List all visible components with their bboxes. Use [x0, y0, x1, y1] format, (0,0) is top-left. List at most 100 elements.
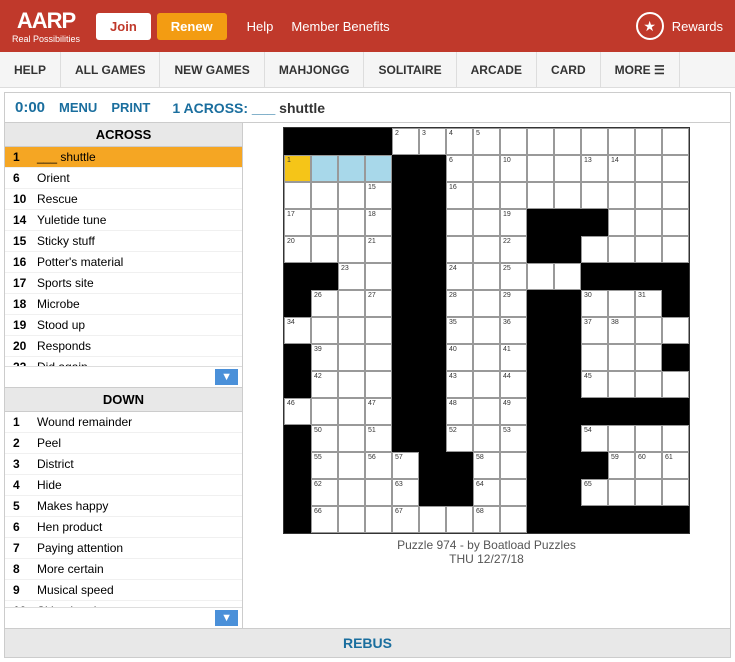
- cell-8-8[interactable]: 41: [500, 344, 527, 371]
- cell-8-6[interactable]: 40: [446, 344, 473, 371]
- cell-10-1[interactable]: [311, 398, 338, 425]
- cell-13-4[interactable]: 63: [392, 479, 419, 506]
- cell-14-3[interactable]: [365, 506, 392, 533]
- cell-0-11[interactable]: [581, 128, 608, 155]
- member-benefits-link[interactable]: Member Benefits: [291, 19, 389, 34]
- cell-7-1[interactable]: [311, 317, 338, 344]
- cell-11-12[interactable]: [608, 425, 635, 452]
- cell-12-4[interactable]: 57: [392, 452, 419, 479]
- cell-10-2[interactable]: [338, 398, 365, 425]
- cell-7-11[interactable]: 37: [581, 317, 608, 344]
- cell-12-13[interactable]: 60: [635, 452, 662, 479]
- cell-1-11[interactable]: 13: [581, 155, 608, 182]
- cell-1-1[interactable]: [311, 155, 338, 182]
- cell-8-3[interactable]: [365, 344, 392, 371]
- cell-6-13[interactable]: 31: [635, 290, 662, 317]
- cell-2-8[interactable]: [500, 182, 527, 209]
- cell-11-13[interactable]: [635, 425, 662, 452]
- cell-12-2[interactable]: [338, 452, 365, 479]
- cell-2-2[interactable]: [338, 182, 365, 209]
- clue-item-across-16[interactable]: 16 Potter's material: [5, 252, 242, 273]
- cell-13-12[interactable]: [608, 479, 635, 506]
- cell-6-12[interactable]: [608, 290, 635, 317]
- cell-9-7[interactable]: [473, 371, 500, 398]
- cell-11-8[interactable]: 53: [500, 425, 527, 452]
- cell-3-7[interactable]: [473, 209, 500, 236]
- clue-item-down-5[interactable]: 5 Makes happy: [5, 496, 242, 517]
- cell-1-0[interactable]: 1: [284, 155, 311, 182]
- cell-8-13[interactable]: [635, 344, 662, 371]
- cell-10-8[interactable]: 49: [500, 398, 527, 425]
- cell-0-9[interactable]: [527, 128, 554, 155]
- cell-6-3[interactable]: 27: [365, 290, 392, 317]
- cell-1-8[interactable]: 10: [500, 155, 527, 182]
- cell-1-6[interactable]: 6: [446, 155, 473, 182]
- cell-14-6[interactable]: [446, 506, 473, 533]
- cell-7-2[interactable]: [338, 317, 365, 344]
- cell-7-8[interactable]: 36: [500, 317, 527, 344]
- clue-item-across-20[interactable]: 20 Responds: [5, 336, 242, 357]
- cell-3-8[interactable]: 19: [500, 209, 527, 236]
- cell-14-4[interactable]: 67: [392, 506, 419, 533]
- cell-4-13[interactable]: [635, 236, 662, 263]
- cell-4-6[interactable]: [446, 236, 473, 263]
- cell-9-13[interactable]: [635, 371, 662, 398]
- cell-13-1[interactable]: 62: [311, 479, 338, 506]
- cell-12-3[interactable]: 56: [365, 452, 392, 479]
- cell-6-7[interactable]: [473, 290, 500, 317]
- cell-4-11[interactable]: [581, 236, 608, 263]
- cell-11-3[interactable]: 51: [365, 425, 392, 452]
- cell-2-0[interactable]: [284, 182, 311, 209]
- cell-14-7[interactable]: 68: [473, 506, 500, 533]
- cell-2-6[interactable]: 16: [446, 182, 473, 209]
- cell-2-7[interactable]: [473, 182, 500, 209]
- cell-1-10[interactable]: [554, 155, 581, 182]
- cell-6-11[interactable]: 30: [581, 290, 608, 317]
- cell-4-7[interactable]: [473, 236, 500, 263]
- cell-7-6[interactable]: 35: [446, 317, 473, 344]
- cell-9-2[interactable]: [338, 371, 365, 398]
- clue-item-across-22[interactable]: 22 Did again: [5, 357, 242, 366]
- cell-5-3[interactable]: [365, 263, 392, 290]
- clue-item-down-6[interactable]: 6 Hen product: [5, 517, 242, 538]
- down-scroll-down[interactable]: ▼: [215, 610, 238, 626]
- help-link[interactable]: Help: [247, 19, 274, 34]
- clue-item-across-19[interactable]: 19 Stood up: [5, 315, 242, 336]
- cell-7-12[interactable]: 38: [608, 317, 635, 344]
- cell-12-1[interactable]: 55: [311, 452, 338, 479]
- cell-2-9[interactable]: [527, 182, 554, 209]
- cell-9-3[interactable]: [365, 371, 392, 398]
- cell-10-6[interactable]: 48: [446, 398, 473, 425]
- cell-4-12[interactable]: [608, 236, 635, 263]
- cell-2-12[interactable]: [608, 182, 635, 209]
- cell-5-2[interactable]: 23: [338, 263, 365, 290]
- cell-8-11[interactable]: [581, 344, 608, 371]
- print-button[interactable]: PRINT: [111, 100, 150, 115]
- cell-7-0[interactable]: 34: [284, 317, 311, 344]
- cell-5-6[interactable]: 24: [446, 263, 473, 290]
- nav-more[interactable]: MORE ☰: [601, 52, 680, 87]
- clue-item-across-15[interactable]: 15 Sticky stuff: [5, 231, 242, 252]
- cell-7-13[interactable]: [635, 317, 662, 344]
- cell-4-2[interactable]: [338, 236, 365, 263]
- cell-1-12[interactable]: 14: [608, 155, 635, 182]
- cell-0-4[interactable]: 2: [392, 128, 419, 155]
- menu-button[interactable]: MENU: [59, 100, 97, 115]
- cell-12-7[interactable]: 58: [473, 452, 500, 479]
- cell-2-10[interactable]: [554, 182, 581, 209]
- cell-6-6[interactable]: 28: [446, 290, 473, 317]
- cell-8-7[interactable]: [473, 344, 500, 371]
- clue-item-across-14[interactable]: 14 Yuletide tune: [5, 210, 242, 231]
- cell-10-7[interactable]: [473, 398, 500, 425]
- cell-0-14[interactable]: [662, 128, 689, 155]
- cell-2-14[interactable]: [662, 182, 689, 209]
- clue-item-across-1[interactable]: 1 ___ shuttle: [5, 147, 242, 168]
- cell-7-7[interactable]: [473, 317, 500, 344]
- cell-10-3[interactable]: 47: [365, 398, 392, 425]
- cell-4-0[interactable]: 20: [284, 236, 311, 263]
- cell-11-11[interactable]: 54: [581, 425, 608, 452]
- clue-item-down-3[interactable]: 3 District: [5, 454, 242, 475]
- clue-item-across-18[interactable]: 18 Microbe: [5, 294, 242, 315]
- cell-7-3[interactable]: [365, 317, 392, 344]
- cell-9-6[interactable]: 43: [446, 371, 473, 398]
